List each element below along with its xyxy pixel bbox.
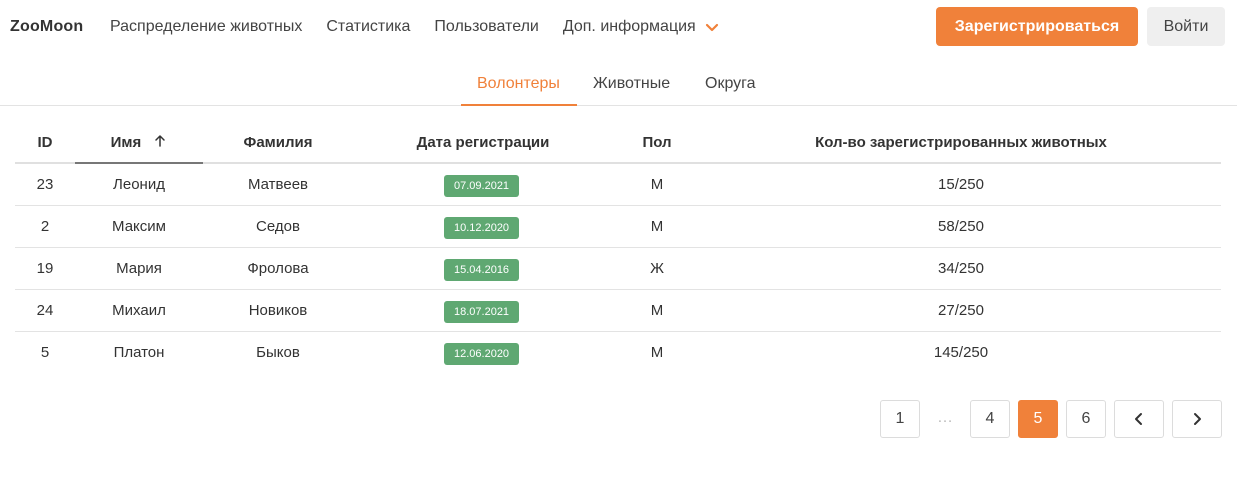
nav-item-users[interactable]: Пользователи [434, 18, 538, 36]
tabs-bar: Волонтеры Животные Округа [0, 62, 1237, 106]
tab-volunteers[interactable]: Волонтеры [477, 75, 560, 93]
cell-name: Мария [116, 260, 162, 277]
cell-id: 24 [36, 302, 54, 319]
pagination-ellipsis: … [937, 409, 953, 426]
cell-name: Леонид [113, 176, 165, 193]
cell-animals-count: 58/250 [938, 218, 984, 235]
cell-animals-count: 15/250 [938, 176, 984, 193]
table-row[interactable]: 5 Платон Быков 12.06.2020 М 145/250 [15, 332, 1221, 374]
table-row[interactable]: 2 Максим Седов 10.12.2020 М 58/250 [15, 206, 1221, 248]
main-nav: Распределение животных Статистика Пользо… [110, 18, 720, 36]
date-badge: 10.12.2020 [444, 217, 520, 239]
nav-item-more-info-label: Доп. информация [562, 18, 696, 35]
pagination: 1 … 4 5 6 [0, 400, 1237, 440]
volunteers-table: ID Имя Фамилия Дата регистрации Пол Кол-… [15, 122, 1221, 374]
table-row[interactable]: 24 Михаил Новиков 18.07.2021 М 27/250 [15, 290, 1221, 332]
logo[interactable]: ZooMoon [10, 18, 83, 36]
table-row[interactable]: 23 Леонид Матвеев 07.09.2021 М 15/250 [15, 164, 1221, 206]
table-header: ID Имя Фамилия Дата регистрации Пол Кол-… [15, 122, 1221, 164]
date-badge: 15.04.2016 [444, 259, 520, 281]
column-header-reg-date[interactable]: Дата регистрации [353, 134, 613, 151]
active-tab-indicator [461, 104, 577, 106]
column-header-id[interactable]: ID [15, 134, 75, 151]
cell-sex: М [650, 344, 664, 361]
cell-sex: М [650, 218, 664, 235]
date-badge: 12.06.2020 [444, 343, 520, 365]
top-header: ZooMoon Распределение животных Статистик… [0, 0, 1237, 56]
cell-animals-count: 27/250 [938, 302, 984, 319]
nav-item-more-info[interactable]: Доп. информация [563, 18, 720, 36]
chevron-down-icon [705, 23, 718, 32]
cell-lastname: Быков [256, 344, 300, 361]
date-badge: 18.07.2021 [444, 301, 520, 323]
cell-sex: М [650, 176, 664, 193]
column-header-name[interactable]: Имя [75, 134, 203, 151]
nav-item-statistics[interactable]: Статистика [326, 18, 410, 36]
column-header-sex[interactable]: Пол [613, 134, 701, 151]
column-header-name-label: Имя [110, 134, 142, 151]
cell-sex: М [650, 302, 664, 319]
cell-lastname: Новиков [248, 302, 308, 319]
chevron-right-icon [1194, 413, 1201, 425]
register-button[interactable]: Зарегистрироваться [936, 7, 1138, 46]
page-button-first[interactable]: 1 [880, 400, 920, 438]
next-page-button[interactable] [1172, 400, 1222, 438]
column-header-lastname[interactable]: Фамилия [203, 134, 353, 151]
nav-item-distribution[interactable]: Распределение животных [110, 18, 302, 36]
page-button-current[interactable]: 5 [1018, 400, 1058, 438]
cell-sex: Ж [650, 260, 664, 277]
login-button[interactable]: Войти [1147, 7, 1225, 46]
chevron-left-icon [1135, 413, 1142, 425]
page-button[interactable]: 6 [1066, 400, 1106, 438]
cell-id: 19 [36, 260, 54, 277]
cell-lastname: Фролова [247, 260, 309, 277]
page-button[interactable]: 4 [970, 400, 1010, 438]
prev-page-button[interactable] [1114, 400, 1164, 438]
cell-id: 23 [36, 176, 54, 193]
cell-animals-count: 34/250 [938, 260, 984, 277]
cell-name: Максим [112, 218, 166, 235]
tab-districts[interactable]: Округа [705, 75, 756, 93]
cell-lastname: Седов [256, 218, 300, 235]
cell-name: Платон [113, 344, 165, 361]
cell-animals-count: 145/250 [933, 344, 989, 361]
cell-id: 2 [40, 218, 50, 235]
date-badge: 07.09.2021 [444, 175, 520, 197]
tab-animals[interactable]: Животные [593, 75, 670, 93]
table-row[interactable]: 19 Мария Фролова 15.04.2016 Ж 34/250 [15, 248, 1221, 290]
arrow-up-icon [155, 135, 166, 147]
cell-name: Михаил [112, 302, 166, 319]
cell-id: 5 [40, 344, 50, 361]
cell-lastname: Матвеев [248, 176, 308, 193]
column-header-animals-count[interactable]: Кол-во зарегистрированных животных [701, 134, 1221, 151]
